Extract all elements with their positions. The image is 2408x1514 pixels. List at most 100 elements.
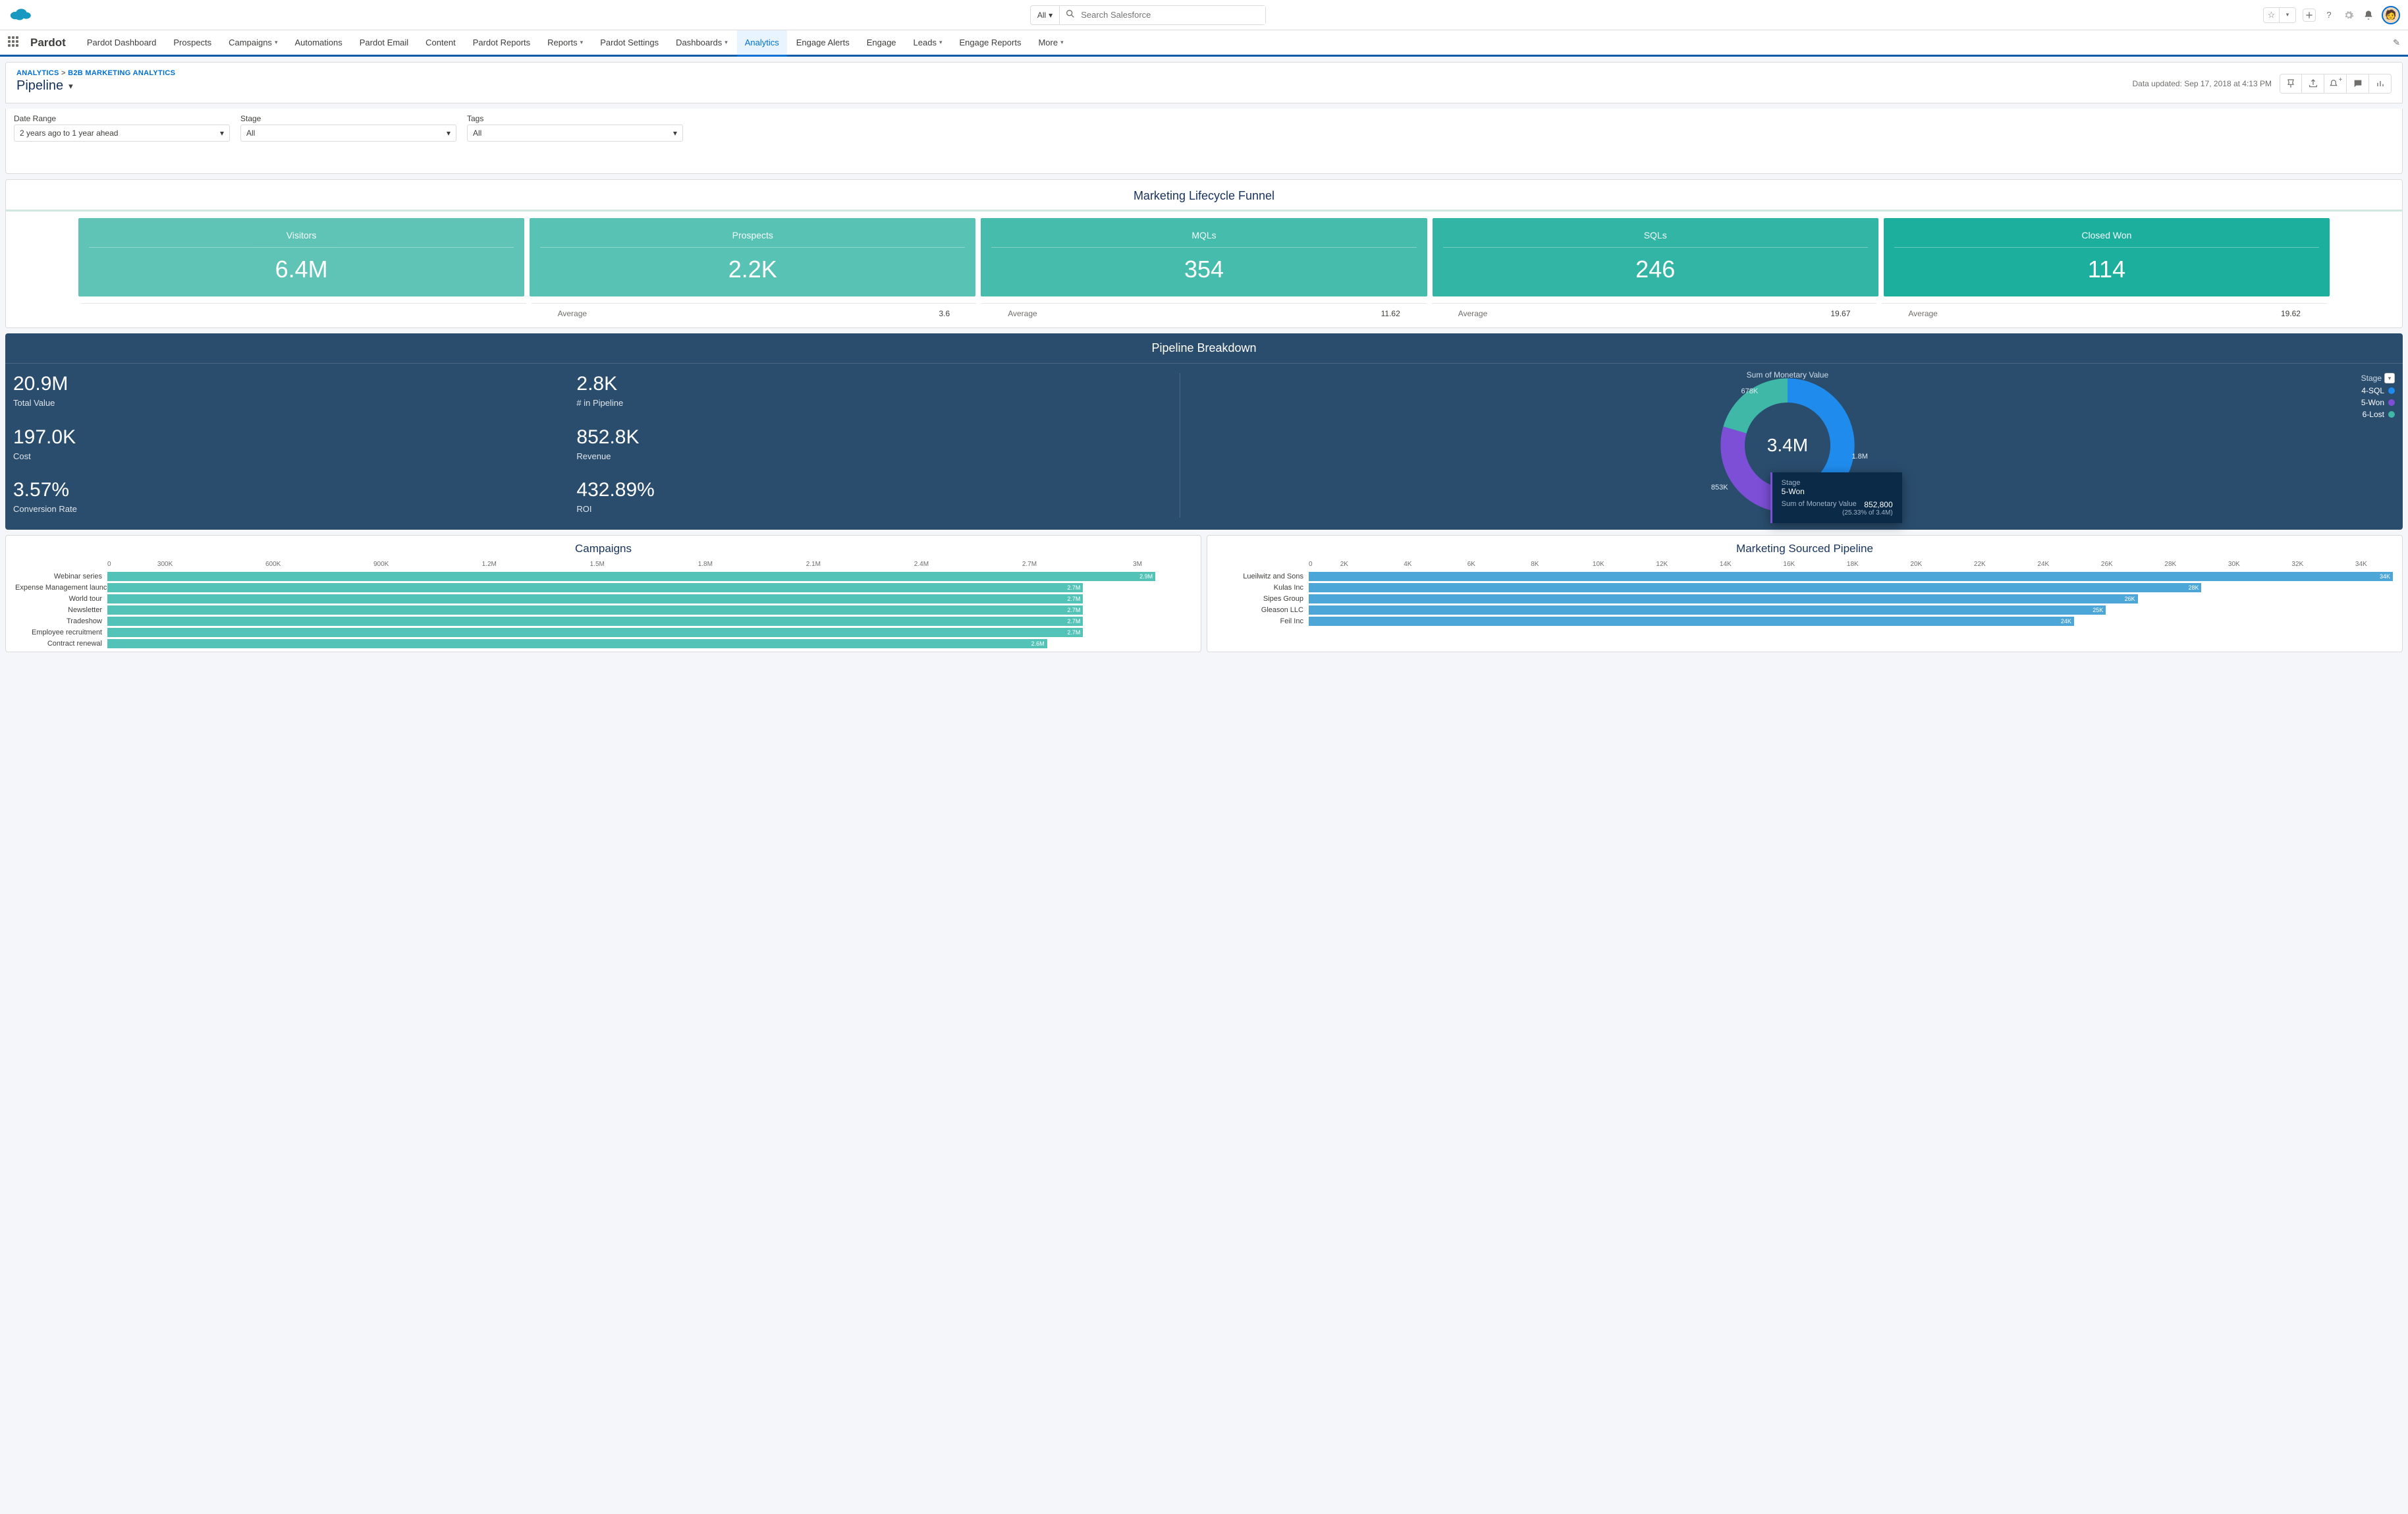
chevron-down-icon: ▾	[447, 128, 451, 138]
donut-legend: Stage ▾ 4-SQL5-Won6-Lost	[2361, 373, 2395, 422]
user-avatar[interactable]: 🧑	[2382, 6, 2400, 24]
nav-item-more[interactable]: More▾	[1030, 30, 1071, 56]
filter-tags-select[interactable]: All▾	[467, 125, 683, 142]
header-utilities: ☆▾ ? 🧑	[2263, 6, 2400, 24]
bar-row[interactable]: Expense Management launch2.7M	[15, 582, 1191, 593]
caret-down-icon: ▾	[1049, 11, 1053, 20]
filter-label-tags: Tags	[467, 114, 683, 123]
global-header: All▾ ☆▾ ? 🧑	[0, 0, 2408, 30]
pipeline-title: Pipeline Breakdown	[5, 333, 2403, 364]
pipeline-stat-conversion-rate: 3.57%Conversion Rate	[13, 479, 576, 518]
bar-row[interactable]: Sipes Group26K	[1217, 593, 2393, 604]
donut-label-lost: 678K	[1741, 387, 1759, 395]
filter-label-daterange: Date Range	[14, 114, 230, 123]
nav-item-dashboards[interactable]: Dashboards▾	[668, 30, 736, 56]
data-updated-text: Data updated: Sep 17, 2018 at 4:13 PM	[2133, 79, 2272, 88]
search-scope-dropdown[interactable]: All▾	[1031, 6, 1060, 24]
filter-label-stage: Stage	[240, 114, 456, 123]
global-create-button[interactable]	[2303, 9, 2316, 22]
breadcrumb-b2b[interactable]: B2B MARKETING ANALYTICS	[68, 69, 175, 77]
bar-row[interactable]: World tour2.7M	[15, 593, 1191, 604]
funnel-average-segment: Average19.62	[1882, 303, 2327, 318]
bar-row[interactable]: Kulas Inc28K	[1217, 582, 2393, 593]
msp-chart: Marketing Sourced Pipeline 02K4K6K8K10K1…	[1207, 535, 2403, 652]
funnel-panel: Marketing Lifecycle Funnel Visitors6.4MP…	[5, 179, 2403, 328]
favorites-split-button[interactable]: ☆▾	[2263, 7, 2296, 23]
funnel-card-prospects[interactable]: Prospects2.2K	[530, 218, 975, 296]
bar-row[interactable]: Tradeshow2.7M	[15, 615, 1191, 627]
share-button[interactable]	[2302, 74, 2324, 94]
title-dropdown-caret-icon[interactable]: ▾	[68, 81, 73, 92]
star-icon: ☆	[2264, 8, 2280, 22]
pin-button[interactable]	[2280, 74, 2302, 94]
nav-item-pardot-email[interactable]: Pardot Email	[352, 30, 416, 56]
bottom-charts: Campaigns 0300K600K900K1.2M1.5M1.8M2.1M2…	[5, 535, 2403, 652]
nav-item-pardot-reports[interactable]: Pardot Reports	[465, 30, 538, 56]
bar-row[interactable]: Feil Inc24K	[1217, 615, 2393, 627]
nav-item-prospects[interactable]: Prospects	[165, 30, 219, 56]
setup-gear-icon[interactable]	[2342, 9, 2355, 22]
nav-item-content[interactable]: Content	[418, 30, 464, 56]
caret-down-icon: ▾	[1060, 39, 1064, 46]
annotate-button[interactable]	[2347, 74, 2369, 94]
funnel-average-segment: Average19.67	[1432, 303, 1877, 318]
nav-item-engage[interactable]: Engage	[859, 30, 904, 56]
help-icon[interactable]: ?	[2322, 9, 2336, 22]
bar-row[interactable]: Gleason LLC25K	[1217, 604, 2393, 615]
bar-row[interactable]: Contract renewal2.6M	[15, 638, 1191, 649]
app-name: Pardot	[30, 36, 66, 49]
app-launcher-icon[interactable]	[8, 36, 21, 49]
breadcrumb-analytics[interactable]: ANALYTICS	[16, 69, 59, 77]
dashboard-title: Pipeline	[16, 78, 63, 94]
funnel-card-mqls[interactable]: MQLs354	[981, 218, 1427, 296]
notify-button[interactable]: +	[2324, 74, 2347, 94]
donut-label-won: 853K	[1711, 484, 1728, 491]
search-icon	[1060, 9, 1081, 21]
nav-item-leads[interactable]: Leads▾	[906, 30, 950, 56]
legend-item[interactable]: 4-SQL	[2361, 386, 2395, 395]
pipeline-breakdown-panel: Pipeline Breakdown 20.9MTotal Value2.8K#…	[5, 333, 2403, 530]
nav-item-engage-alerts[interactable]: Engage Alerts	[788, 30, 858, 56]
bar-row[interactable]: Newsletter2.7M	[15, 604, 1191, 615]
bar-row[interactable]: Webinar series2.9M	[15, 571, 1191, 582]
legend-item[interactable]: 6-Lost	[2361, 410, 2395, 419]
filter-daterange-select[interactable]: 2 years ago to 1 year ahead▾	[14, 125, 230, 142]
search-input[interactable]	[1081, 6, 1265, 24]
nav-item-analytics[interactable]: Analytics	[737, 30, 787, 57]
chevron-down-icon: ▾	[673, 128, 677, 138]
pipeline-stat-revenue: 852.8KRevenue	[576, 426, 1139, 465]
notifications-bell-icon[interactable]	[2362, 9, 2375, 22]
app-nav: Pardot Pardot DashboardProspectsCampaign…	[0, 30, 2408, 57]
nav-item-automations[interactable]: Automations	[287, 30, 350, 56]
pipeline-stat-total-value: 20.9MTotal Value	[13, 373, 576, 412]
funnel-title: Marketing Lifecycle Funnel	[6, 180, 2402, 211]
nav-item-pardot-dashboard[interactable]: Pardot Dashboard	[79, 30, 165, 56]
funnel-average-segment: Average3.6	[532, 303, 977, 318]
funnel-card-closed-won[interactable]: Closed Won114	[1884, 218, 2330, 296]
caret-down-icon: ▾	[2280, 8, 2295, 22]
dashboard-header: ANALYTICS > B2B MARKETING ANALYTICS Pipe…	[5, 62, 2403, 103]
salesforce-logo[interactable]	[8, 5, 33, 24]
edit-nav-pencil-icon[interactable]: ✎	[2393, 38, 2400, 48]
bar-row[interactable]: Lueilwitz and Sons34K	[1217, 571, 2393, 582]
present-button[interactable]	[2369, 74, 2392, 94]
legend-toggle[interactable]: ▾	[2384, 373, 2395, 383]
bar-row[interactable]: Employee recruitment2.7M	[15, 627, 1191, 638]
nav-item-pardot-settings[interactable]: Pardot Settings	[592, 30, 667, 56]
funnel-average-segment: Average11.62	[981, 303, 1427, 318]
pipeline-stat-roi: 432.89%ROI	[576, 479, 1139, 518]
funnel-card-visitors[interactable]: Visitors6.4M	[78, 218, 524, 296]
funnel-card-sqls[interactable]: SQLs246	[1433, 218, 1878, 296]
nav-item-engage-reports[interactable]: Engage Reports	[952, 30, 1029, 56]
nav-item-campaigns[interactable]: Campaigns▾	[221, 30, 285, 56]
caret-down-icon: ▾	[939, 39, 943, 46]
filter-bar: Date Range 2 years ago to 1 year ahead▾ …	[5, 109, 2403, 174]
nav-item-reports[interactable]: Reports▾	[539, 30, 591, 56]
chevron-down-icon: ▾	[220, 128, 224, 138]
funnel-average-segment	[81, 303, 526, 318]
global-search: All▾	[1030, 5, 1266, 25]
legend-item[interactable]: 5-Won	[2361, 398, 2395, 407]
chart-tooltip: Stage 5-Won Sum of Monetary Value852,800…	[1770, 472, 1902, 523]
breadcrumb: ANALYTICS > B2B MARKETING ANALYTICS	[16, 69, 175, 77]
filter-stage-select[interactable]: All▾	[240, 125, 456, 142]
